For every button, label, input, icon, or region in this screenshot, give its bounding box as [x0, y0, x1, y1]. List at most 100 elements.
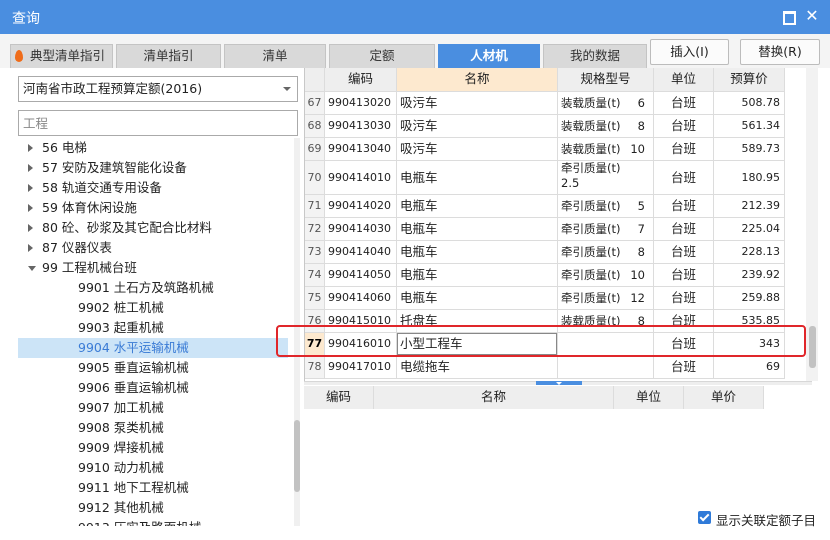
- cell-unit[interactable]: 台班: [654, 115, 714, 137]
- tree-item[interactable]: 9901 土石方及筑路机械: [18, 278, 288, 298]
- expand-caret-icon[interactable]: [28, 266, 36, 271]
- tree-item[interactable]: 9907 加工机械: [18, 398, 288, 418]
- maximize-icon[interactable]: [780, 8, 796, 25]
- row-number[interactable]: 78: [305, 356, 325, 378]
- tree-item[interactable]: 9904 水平运输机械: [18, 338, 288, 358]
- name-edit-box[interactable]: 小型工程车: [397, 333, 557, 355]
- cell-spec[interactable]: 装载质量(t) 6: [558, 92, 654, 114]
- tree-item[interactable]: 57 安防及建筑智能化设备: [18, 158, 288, 178]
- subheader-code[interactable]: 编码: [304, 386, 374, 409]
- grid-scrollbar[interactable]: [806, 68, 818, 381]
- table-row[interactable]: 69 990413040 吸污车 装载质量(t) 10 台班 589.73: [305, 138, 785, 161]
- cell-unit[interactable]: 台班: [654, 333, 714, 355]
- cell-price[interactable]: 343: [714, 333, 785, 355]
- row-number[interactable]: 74: [305, 264, 325, 286]
- tab-my-data[interactable]: 我的数据: [543, 44, 647, 68]
- tree-item[interactable]: 9911 地下工程机械: [18, 478, 288, 498]
- tree-item[interactable]: 9906 垂直运输机械: [18, 378, 288, 398]
- cell-code[interactable]: 990414050: [325, 264, 397, 286]
- cell-name[interactable]: 吸污车: [397, 92, 558, 114]
- collapse-caret-icon[interactable]: [28, 224, 33, 232]
- cell-code[interactable]: 990416010: [325, 333, 397, 355]
- tab-list-guide[interactable]: 清单指引: [116, 44, 221, 68]
- cell-unit[interactable]: 台班: [654, 241, 714, 263]
- tab-quota[interactable]: 定额: [329, 44, 435, 68]
- tree-item[interactable]: 9913 压实及路面机械: [18, 518, 288, 526]
- tree-item[interactable]: 9905 垂直运输机械: [18, 358, 288, 378]
- tree-item[interactable]: 87 仪器仪表: [18, 238, 288, 258]
- cell-code[interactable]: 990414060: [325, 287, 397, 309]
- collapse-caret-icon[interactable]: [28, 184, 33, 192]
- cell-name[interactable]: 电瓶车: [397, 287, 558, 309]
- row-number[interactable]: 70: [305, 161, 325, 194]
- tree-item[interactable]: 99 工程机械台班: [18, 258, 288, 278]
- cell-name[interactable]: 电瓶车: [397, 264, 558, 286]
- cell-spec[interactable]: [558, 356, 654, 378]
- cell-code[interactable]: 990415010: [325, 310, 397, 332]
- tree-item[interactable]: 9910 动力机械: [18, 458, 288, 478]
- cell-unit[interactable]: 台班: [654, 195, 714, 217]
- tree-item[interactable]: 9903 起重机械: [18, 318, 288, 338]
- cell-price[interactable]: 508.78: [714, 92, 785, 114]
- cell-code[interactable]: 990414030: [325, 218, 397, 240]
- collapse-caret-icon[interactable]: [28, 164, 33, 172]
- tree-item[interactable]: 59 体育休闲设施: [18, 198, 288, 218]
- tab-typical-list-guide[interactable]: 典型清单指引: [10, 44, 113, 68]
- cell-unit[interactable]: 台班: [654, 92, 714, 114]
- cell-unit[interactable]: 台班: [654, 287, 714, 309]
- row-number[interactable]: 67: [305, 92, 325, 114]
- cell-price[interactable]: 259.88: [714, 287, 785, 309]
- cell-spec[interactable]: 牵引质量(t) 2.5: [558, 161, 654, 194]
- table-row[interactable]: 73 990414040 电瓶车 牵引质量(t) 8 台班 228.13: [305, 241, 785, 264]
- tab-list[interactable]: 清单: [224, 44, 326, 68]
- show-related-checkbox[interactable]: [698, 511, 711, 524]
- table-row[interactable]: 75 990414060 电瓶车 牵引质量(t) 12 台班 259.88: [305, 287, 785, 310]
- cell-code[interactable]: 990414020: [325, 195, 397, 217]
- pane-splitter[interactable]: [304, 381, 812, 385]
- cell-code[interactable]: 990417010: [325, 356, 397, 378]
- cell-unit[interactable]: 台班: [654, 161, 714, 194]
- row-number[interactable]: 76: [305, 310, 325, 332]
- cell-name[interactable]: 托盘车: [397, 310, 558, 332]
- table-row[interactable]: 77 990416010 小型工程车 台班 343: [305, 333, 785, 356]
- header-unit[interactable]: 单位: [654, 68, 714, 91]
- cell-name[interactable]: 电瓶车: [397, 161, 558, 194]
- cell-price[interactable]: 535.85: [714, 310, 785, 332]
- insert-button[interactable]: 插入(I): [650, 39, 729, 65]
- cell-name[interactable]: 吸污车: [397, 115, 558, 137]
- tree-item[interactable]: 9902 桩工机械: [18, 298, 288, 318]
- cell-unit[interactable]: 台班: [654, 310, 714, 332]
- cell-spec[interactable]: 牵引质量(t) 8: [558, 241, 654, 263]
- table-row[interactable]: 71 990414020 电瓶车 牵引质量(t) 5 台班 212.39: [305, 195, 785, 218]
- cell-name[interactable]: 电瓶车: [397, 218, 558, 240]
- table-row[interactable]: 76 990415010 托盘车 装载质量(t) 8 台班 535.85: [305, 310, 785, 333]
- tree-item[interactable]: 58 轨道交通专用设备: [18, 178, 288, 198]
- cell-name[interactable]: 吸污车: [397, 138, 558, 160]
- cell-code[interactable]: 990413030: [325, 115, 397, 137]
- tree-item[interactable]: 9912 其他机械: [18, 498, 288, 518]
- row-number[interactable]: 71: [305, 195, 325, 217]
- collapse-caret-icon[interactable]: [28, 204, 33, 212]
- header-price[interactable]: 预算价: [714, 68, 785, 91]
- cell-unit[interactable]: 台班: [654, 138, 714, 160]
- row-number[interactable]: 73: [305, 241, 325, 263]
- cell-name[interactable]: 电瓶车: [397, 241, 558, 263]
- cell-unit[interactable]: 台班: [654, 218, 714, 240]
- cell-code[interactable]: 990414040: [325, 241, 397, 263]
- close-icon[interactable]: ✕: [804, 8, 820, 24]
- cell-spec[interactable]: 牵引质量(t) 7: [558, 218, 654, 240]
- cell-name[interactable]: 电缆拖车: [397, 356, 558, 378]
- cell-spec[interactable]: 装载质量(t) 8: [558, 310, 654, 332]
- table-row[interactable]: 70 990414010 电瓶车 牵引质量(t) 2.5 台班 180.95: [305, 161, 785, 195]
- cell-price[interactable]: 180.95: [714, 161, 785, 194]
- tree-scrollbar[interactable]: [294, 138, 300, 526]
- cell-price[interactable]: 69: [714, 356, 785, 378]
- cell-spec[interactable]: 装载质量(t) 10: [558, 138, 654, 160]
- tree-item[interactable]: 9908 泵类机械: [18, 418, 288, 438]
- tree-item[interactable]: 9909 焊接机械: [18, 438, 288, 458]
- table-row[interactable]: 72 990414030 电瓶车 牵引质量(t) 7 台班 225.04: [305, 218, 785, 241]
- cell-code[interactable]: 990413020: [325, 92, 397, 114]
- cell-name[interactable]: 电瓶车: [397, 195, 558, 217]
- row-number[interactable]: 72: [305, 218, 325, 240]
- search-input[interactable]: [18, 110, 298, 136]
